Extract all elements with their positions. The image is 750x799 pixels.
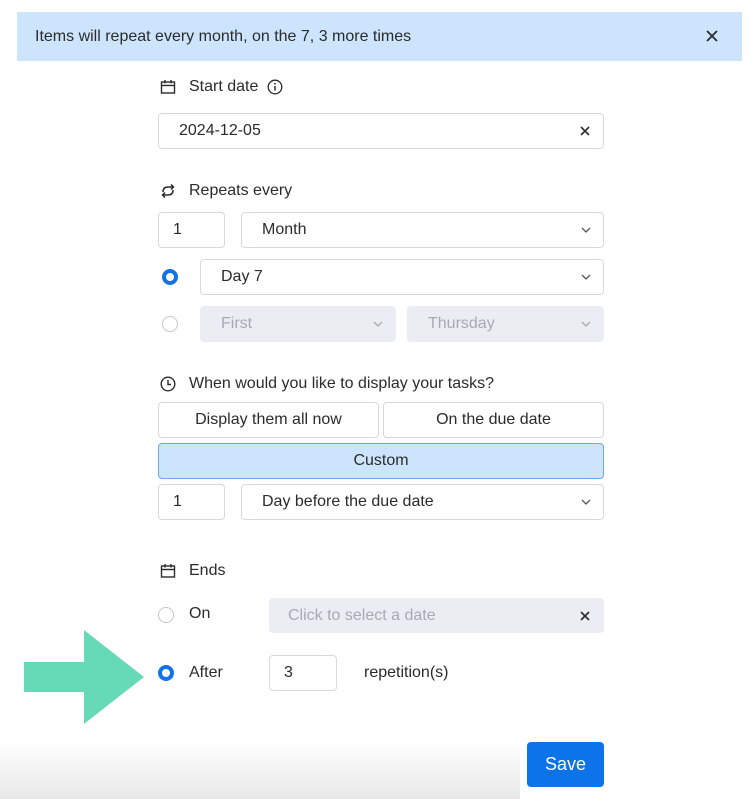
ordinal-value: First [221,315,253,332]
ends-after-label: After [189,664,223,681]
info-icon[interactable] [267,79,283,95]
repeats-label: Repeats every [189,182,293,199]
radio-day-of-month[interactable] [162,269,178,285]
repetitions-suffix: repetition(s) [364,664,449,681]
ends-label-row: Ends [159,562,225,580]
close-icon[interactable] [579,125,591,137]
repeat-unit-select[interactable]: Month [241,212,604,248]
annotation-arrow-icon [24,630,144,724]
info-banner: Items will repeat every month, on the 7,… [17,12,742,61]
chevron-down-icon [581,274,591,280]
repeats-label-row: Repeats every [159,182,292,200]
chevron-down-icon [581,499,591,505]
ends-label: Ends [189,562,226,579]
start-date-label: Start date [189,78,259,95]
end-date-input[interactable]: Click to select a date [269,598,604,633]
custom-unit-select[interactable]: Day before the due date [241,484,604,520]
custom-offset-value: 1 [173,493,182,510]
radio-ends-on[interactable] [158,607,174,623]
close-icon[interactable] [579,610,591,622]
start-date-input[interactable]: 2024-12-05 [158,113,604,149]
day-of-month-value: Day 7 [221,268,263,285]
radio-weekday-of-month[interactable] [162,316,178,332]
on-due-date-button[interactable]: On the due date [383,402,604,438]
repetitions-input[interactable]: 3 [269,655,337,691]
save-button[interactable]: Save [527,742,604,787]
custom-button[interactable]: Custom [158,443,604,479]
display-label: When would you like to display your task… [189,375,495,392]
start-date-value: 2024-12-05 [179,122,261,139]
repeat-interval-value: 1 [173,221,182,238]
end-date-placeholder: Click to select a date [288,606,436,624]
weekday-value: Thursday [428,315,495,332]
chevron-down-icon [581,227,591,233]
display-label-row: When would you like to display your task… [159,375,494,393]
chevron-down-icon [581,321,591,327]
close-icon [706,30,718,42]
custom-unit-value: Day before the due date [262,493,434,510]
ordinal-select[interactable]: First [200,306,396,342]
display-all-now-button[interactable]: Display them all now [158,402,379,438]
weekday-select[interactable]: Thursday [407,306,604,342]
clock-icon [159,375,177,393]
chevron-down-icon [373,321,383,327]
repetitions-value: 3 [284,664,293,681]
repeat-icon [159,182,177,200]
banner-close-button[interactable] [702,26,722,46]
day-of-month-select[interactable]: Day 7 [200,259,604,295]
repeat-interval-input[interactable]: 1 [158,212,225,248]
calendar-icon [159,562,177,580]
repeat-unit-value: Month [262,221,307,238]
start-date-label-row: Start date [159,78,283,96]
custom-offset-input[interactable]: 1 [158,484,225,520]
radio-ends-after[interactable] [158,665,174,681]
calendar-icon [159,78,177,96]
ends-on-label: On [189,605,211,622]
banner-text: Items will repeat every month, on the 7,… [35,27,412,45]
bottom-shadow [0,740,520,799]
